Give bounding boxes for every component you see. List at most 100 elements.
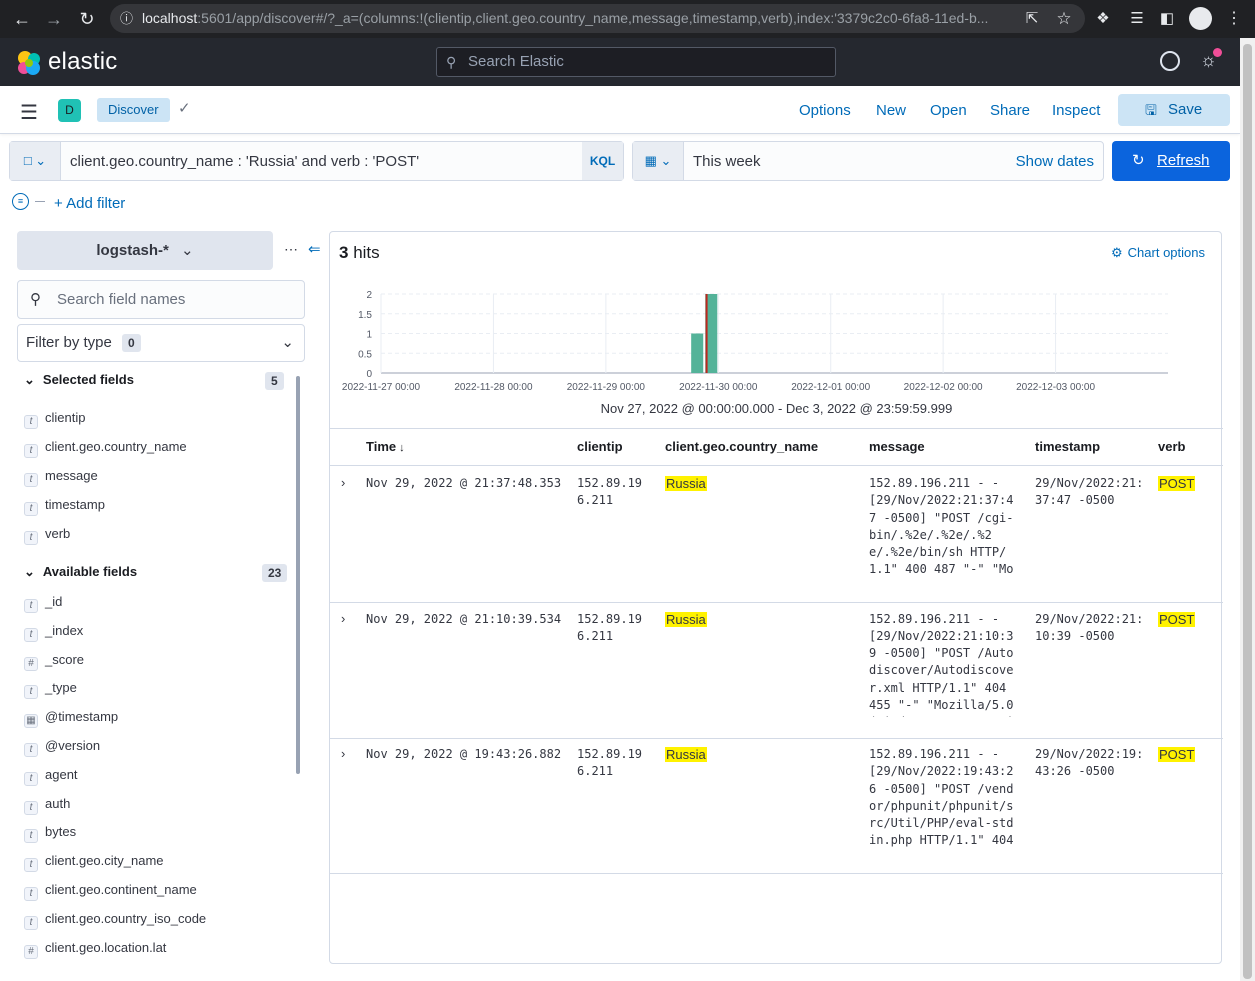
- date-range-label[interactable]: This week: [693, 153, 761, 170]
- new-link[interactable]: New: [876, 102, 906, 119]
- back-icon[interactable]: ←: [10, 7, 34, 31]
- field-item[interactable]: t client.geo.continent_name: [24, 880, 197, 901]
- cell-clientip: 152.89.196.211: [577, 611, 643, 643]
- query-input[interactable]: client.geo.country_name : 'Russia' and v…: [70, 153, 419, 170]
- expand-row-icon[interactable]: ›: [341, 611, 345, 626]
- field-item[interactable]: t client.geo.city_name: [24, 851, 164, 873]
- x-tick-label: 2022-11-29 00:00: [567, 382, 646, 393]
- histogram-chart[interactable]: 0 0.5 1 1.5 2 2022-11-27 00:00 2022-11-28 00:0…: [330, 284, 1223, 399]
- help-icon[interactable]: [1160, 51, 1180, 71]
- save-button[interactable]: 🖫 Save: [1118, 94, 1230, 126]
- saved-query-menu-icon[interactable]: □ ⌄: [10, 142, 61, 180]
- address-bar[interactable]: ⓘ localhost:5601/app/discover#/?_a=(colu…: [110, 4, 1085, 33]
- table-row[interactable]: › Nov 29, 2022 @ 19:43:26.882 152.89.196.2…: [330, 738, 1223, 874]
- reload-icon[interactable]: ↻: [75, 7, 99, 31]
- cell-country: Russia: [665, 476, 707, 491]
- show-dates-link[interactable]: Show dates: [1016, 153, 1094, 170]
- side-panel-icon[interactable]: ◧: [1155, 7, 1179, 31]
- field-item[interactable]: t _id: [24, 592, 62, 613]
- collapse-sidebar-icon[interactable]: ⇐: [308, 240, 321, 258]
- field-item[interactable]: t _index: [24, 621, 83, 642]
- column-header-clientip[interactable]: clientip: [577, 439, 623, 454]
- field-item[interactable]: t message: [24, 466, 98, 487]
- column-header-time[interactable]: Time ↓: [366, 439, 405, 454]
- field-search-input[interactable]: ⚲ Search field names: [17, 280, 305, 319]
- string-type-icon: t: [24, 887, 38, 901]
- refresh-button[interactable]: ↻ Refresh: [1112, 141, 1230, 181]
- x-tick-label: 2022-12-01 00:00: [791, 382, 870, 393]
- share-link[interactable]: Share: [990, 102, 1030, 119]
- expand-row-icon[interactable]: ›: [341, 475, 345, 490]
- field-item[interactable]: t verb: [24, 524, 71, 545]
- more-options-icon[interactable]: ⋯: [284, 241, 298, 258]
- column-label: Time: [366, 439, 397, 454]
- breadcrumb-discover[interactable]: Discover: [97, 98, 170, 122]
- index-pattern-label: logstash-*: [96, 242, 169, 259]
- x-tick-label: 2022-11-27 00:00: [342, 382, 421, 393]
- column-header-verb[interactable]: verb: [1158, 439, 1185, 454]
- page-scrollbar-thumb[interactable]: [1243, 44, 1252, 979]
- field-item[interactable]: t client.geo.country_name: [24, 437, 187, 458]
- open-link[interactable]: Open: [930, 102, 967, 119]
- forward-icon[interactable]: →: [42, 7, 66, 31]
- field-item[interactable]: t client.geo.country_iso_code: [24, 909, 206, 930]
- options-link[interactable]: Options: [799, 102, 851, 119]
- sidebar-scrollbar[interactable]: [296, 376, 300, 774]
- cell-time: Nov 29, 2022 @ 19:43:26.882: [366, 747, 562, 761]
- field-item[interactable]: t agent: [24, 765, 78, 786]
- table-row[interactable]: › Nov 29, 2022 @ 21:10:39.534 152.89.196.2…: [330, 603, 1223, 739]
- field-item[interactable]: t auth: [24, 794, 70, 815]
- column-header-message[interactable]: message: [869, 439, 925, 454]
- number-type-icon: #: [24, 656, 38, 671]
- cell-clientip: 152.89.196.211: [577, 476, 643, 508]
- field-name: _type: [45, 680, 77, 696]
- selected-fields-toggle[interactable]: ⌄ Selected fields: [24, 372, 134, 388]
- field-name: verb: [45, 526, 71, 541]
- inspect-link[interactable]: Inspect: [1052, 102, 1100, 119]
- info-icon[interactable]: ⓘ: [120, 4, 133, 33]
- field-item[interactable]: # _score: [24, 650, 84, 671]
- add-filter-button[interactable]: + Add filter: [54, 195, 125, 212]
- histogram-date-range: Nov 27, 2022 @ 00:00:00.000 - Dec 3, 202…: [600, 401, 953, 416]
- share-icon[interactable]: ⇱: [1020, 7, 1044, 31]
- expand-row-icon[interactable]: ›: [341, 746, 345, 761]
- refresh-label: Refresh: [1157, 152, 1210, 169]
- field-name: message: [45, 468, 98, 483]
- cell-time: Nov 29, 2022 @ 21:37:48.353: [366, 476, 562, 490]
- media-icon[interactable]: ☰: [1125, 7, 1149, 31]
- app-bar: ☰ D Discover ✓ Options New Open Share In…: [0, 86, 1240, 134]
- field-item[interactable]: ▦ @timestamp: [24, 707, 118, 729]
- hits-counter: 3 hits: [339, 243, 380, 263]
- column-header-timestamp[interactable]: timestamp: [1035, 439, 1100, 454]
- field-item[interactable]: t @version: [24, 736, 100, 757]
- chart-options-button[interactable]: ⚙ Chart options: [1111, 245, 1205, 261]
- global-search-input[interactable]: ⚲ Search Elastic: [436, 47, 836, 77]
- filter-by-type-button[interactable]: Filter by type 0 ⌄: [17, 324, 305, 362]
- date-picker[interactable]: ▦ ⌄ This week Show dates: [632, 141, 1104, 181]
- available-fields-toggle[interactable]: ⌄ Available fields: [24, 564, 137, 580]
- field-name: client.geo.country_name: [45, 439, 187, 454]
- field-item[interactable]: t _type: [24, 678, 77, 700]
- column-header-country[interactable]: client.geo.country_name: [665, 439, 818, 454]
- browser-menu-icon[interactable]: ⋮: [1222, 7, 1246, 31]
- filter-options-icon[interactable]: ≡: [12, 193, 29, 210]
- field-item[interactable]: t bytes: [24, 822, 77, 844]
- extensions-icon[interactable]: ❖: [1091, 7, 1115, 31]
- page-scrollbar[interactable]: [1240, 38, 1255, 981]
- field-item[interactable]: t timestamp: [24, 495, 105, 516]
- table-row[interactable]: › Nov 29, 2022 @ 21:37:48.353 152.89.196.2…: [330, 467, 1223, 603]
- bookmark-star-icon[interactable]: ☆: [1052, 7, 1076, 31]
- cell-verb: POST: [1158, 611, 1196, 627]
- space-avatar[interactable]: D: [58, 99, 81, 122]
- field-item[interactable]: # client.geo.location.lat: [24, 938, 166, 959]
- calendar-icon[interactable]: ▦ ⌄: [633, 142, 684, 180]
- field-name: bytes: [45, 824, 77, 840]
- index-pattern-select[interactable]: logstash-* ⌄: [17, 231, 273, 270]
- query-language-toggle[interactable]: KQL: [582, 142, 623, 180]
- profile-avatar[interactable]: [1189, 7, 1212, 30]
- query-bar[interactable]: □ ⌄ client.geo.country_name : 'Russia' a…: [9, 141, 624, 181]
- sort-arrow-icon[interactable]: ↓: [399, 442, 405, 454]
- field-item[interactable]: t clientip: [24, 408, 85, 429]
- menu-hamburger-icon[interactable]: ☰: [20, 100, 38, 125]
- save-label: Save: [1168, 101, 1203, 118]
